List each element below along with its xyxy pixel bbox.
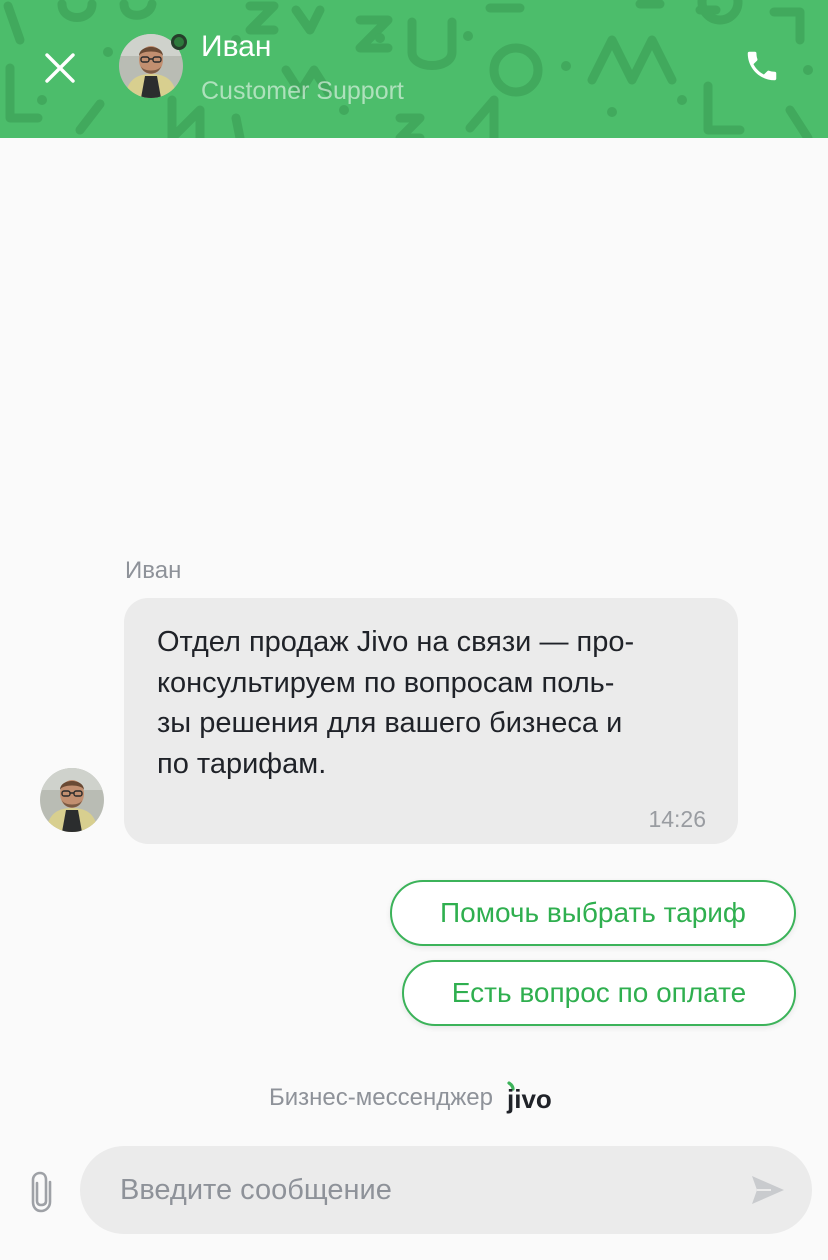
jivo-logo-text: jivo [506,1084,552,1114]
chat-header: Иван Customer Support [0,0,828,138]
branding-text: Бизнес-мессенджер [269,1084,493,1111]
attach-button[interactable] [20,1166,64,1218]
send-icon [752,1176,784,1204]
phone-icon [747,51,777,81]
jivo-logo[interactable]: jivo [505,1080,559,1116]
quick-reply-payment-question[interactable]: Есть вопрос по оплате [402,960,796,1026]
message-input-container [80,1146,812,1234]
close-button[interactable] [36,44,84,92]
call-button[interactable] [738,42,786,90]
agent-avatar [119,34,187,98]
message-text-line: Отдел продаж Jivo на связи — про- [157,626,635,658]
online-status-indicator [171,34,187,50]
message-text-line: по тарифам. [157,747,327,780]
message-input[interactable] [120,1146,720,1234]
agent-name: Иван [201,30,272,63]
quick-reply-choose-tariff[interactable]: Помочь выбрать тариф [390,880,796,946]
agent-role: Customer Support [201,77,404,105]
message-timestamp: 14:26 [648,806,706,832]
close-icon [45,53,75,83]
paperclip-icon [31,1171,52,1213]
agent-avatar-photo [40,768,104,832]
message-text: Отдел продаж Jivo на связи — про- консул… [157,622,717,784]
message-bubble: Отдел продаж Jivo на связи — про- консул… [124,598,738,844]
send-button[interactable] [748,1170,788,1210]
message-text-line: зы решения для вашего бизнеса и [157,707,623,739]
message-avatar [40,768,104,832]
message-text-line: консультируем по вопросам поль- [157,666,615,699]
jivo-logo-mark: jivo [506,1081,552,1114]
branding: Бизнес-мессенджер jivo [0,1080,828,1116]
message-sender-name: Иван [125,557,182,584]
